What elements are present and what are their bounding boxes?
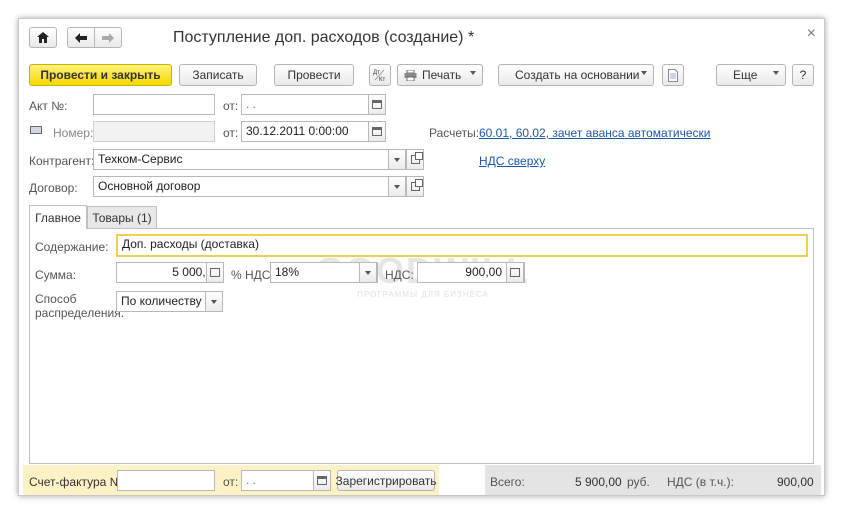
- content-field[interactable]: Доп. расходы (доставка): [116, 234, 808, 257]
- date-picker[interactable]: [368, 121, 386, 142]
- vat-on-top-link[interactable]: НДС сверху: [479, 154, 545, 168]
- vat-included-label: НДС (в т.ч.):: [667, 475, 734, 489]
- contract-label: Договор:: [29, 181, 78, 195]
- sum-calculator-button[interactable]: [206, 262, 224, 283]
- sum-label: Сумма:: [35, 268, 77, 282]
- counterparty-field[interactable]: Техком-Сервис: [93, 149, 389, 170]
- currency-label: руб.: [627, 475, 650, 489]
- forward-button[interactable]: [94, 27, 122, 48]
- svg-text:Кт: Кт: [379, 77, 385, 82]
- method-label-line1: Способ: [35, 292, 77, 306]
- distribution-method-field[interactable]: По количеству: [116, 291, 206, 312]
- chevron-down-icon: [470, 71, 476, 75]
- chevron-down-icon: [394, 184, 400, 189]
- post-button[interactable]: Провести: [274, 64, 354, 86]
- report-button[interactable]: [662, 64, 684, 86]
- vat-rate-dropdown[interactable]: [359, 262, 377, 283]
- calculator-icon: [510, 268, 520, 277]
- dt-kt-button[interactable]: Дт Кт: [369, 64, 391, 86]
- counterparty-dropdown[interactable]: [388, 149, 406, 170]
- totals-panel: [485, 465, 821, 495]
- calendar-icon: [317, 476, 327, 485]
- chevron-down-icon: [211, 299, 217, 304]
- printer-icon: [404, 69, 417, 81]
- back-button[interactable]: [67, 27, 95, 48]
- vat-calculator-button[interactable]: [506, 262, 524, 283]
- arrow-right-icon: [102, 32, 114, 43]
- invoice-number-field[interactable]: [117, 470, 215, 491]
- register-button[interactable]: Зарегистрировать: [336, 470, 436, 491]
- total-label: Всего:: [490, 475, 525, 489]
- distribution-method-dropdown[interactable]: [205, 291, 223, 312]
- edit-number-icon[interactable]: [30, 126, 42, 134]
- dt-kt-icon: Дт Кт: [373, 69, 385, 82]
- calculator-icon: [210, 268, 220, 277]
- tab-main[interactable]: Главное: [29, 205, 87, 229]
- create-based-label: Создать на основании: [515, 68, 640, 82]
- open-icon: [410, 152, 423, 164]
- create-based-on-button[interactable]: Создать на основании: [498, 64, 654, 86]
- chevron-down-icon: [773, 71, 779, 75]
- help-button[interactable]: ?: [792, 64, 814, 86]
- chevron-down-icon: [394, 157, 400, 162]
- vat-rate-label: % НДС:: [231, 268, 274, 282]
- home-icon: [37, 32, 49, 43]
- settlements-link[interactable]: 60.01, 60.02, зачет аванса автоматически: [479, 126, 710, 140]
- act-number-field[interactable]: [93, 94, 215, 115]
- save-button[interactable]: Записать: [179, 64, 257, 86]
- invoice-date-field[interactable]: . .: [241, 470, 315, 491]
- settlements-label: Расчеты:: [429, 126, 480, 140]
- vat-label: НДС:: [385, 268, 414, 282]
- invoice-date-label: от:: [223, 475, 239, 489]
- date-label: от:: [223, 126, 239, 140]
- act-date-label: от:: [223, 99, 239, 113]
- more-button[interactable]: Еще: [716, 64, 786, 86]
- total-value: 5 900,00: [575, 475, 622, 489]
- print-button[interactable]: Печать: [397, 64, 483, 86]
- act-date-field[interactable]: . .: [241, 94, 369, 115]
- tab-goods[interactable]: Товары (1): [87, 206, 157, 229]
- chevron-down-icon: [365, 270, 371, 275]
- number-field: [93, 121, 215, 142]
- contract-dropdown[interactable]: [388, 176, 406, 197]
- calendar-icon: [372, 127, 382, 136]
- date-field[interactable]: 30.12.2011 0:00:00: [241, 121, 369, 142]
- invoice-label: Счет-фактура №:: [29, 475, 126, 489]
- close-icon[interactable]: ×: [807, 25, 816, 43]
- home-button[interactable]: [29, 27, 57, 48]
- chevron-down-icon: [641, 71, 647, 75]
- calendar-icon: [372, 100, 382, 109]
- counterparty-open-button[interactable]: [406, 149, 424, 170]
- contract-open-button[interactable]: [406, 176, 424, 197]
- post-and-close-button[interactable]: Провести и закрыть: [29, 64, 172, 86]
- content-label: Содержание:: [35, 240, 109, 254]
- method-label-line2: распределения:: [35, 306, 125, 320]
- counterparty-label: Контрагент:: [29, 154, 95, 168]
- print-label: Печать: [422, 68, 462, 82]
- document-icon: [668, 68, 678, 82]
- act-date-picker[interactable]: [368, 94, 386, 115]
- contract-field[interactable]: Основной договор: [93, 176, 389, 197]
- invoice-date-picker[interactable]: [313, 470, 331, 491]
- vat-included-value: 900,00: [777, 475, 814, 489]
- arrow-left-icon: [75, 32, 87, 43]
- more-label: Еще: [733, 68, 758, 82]
- act-number-label: Акт №:: [29, 99, 68, 113]
- number-label: Номер:: [53, 126, 94, 140]
- open-icon: [410, 179, 423, 191]
- document-window: Поступление доп. расходов (создание) * ×…: [18, 18, 825, 496]
- window-title: Поступление доп. расходов (создание) *: [173, 29, 475, 46]
